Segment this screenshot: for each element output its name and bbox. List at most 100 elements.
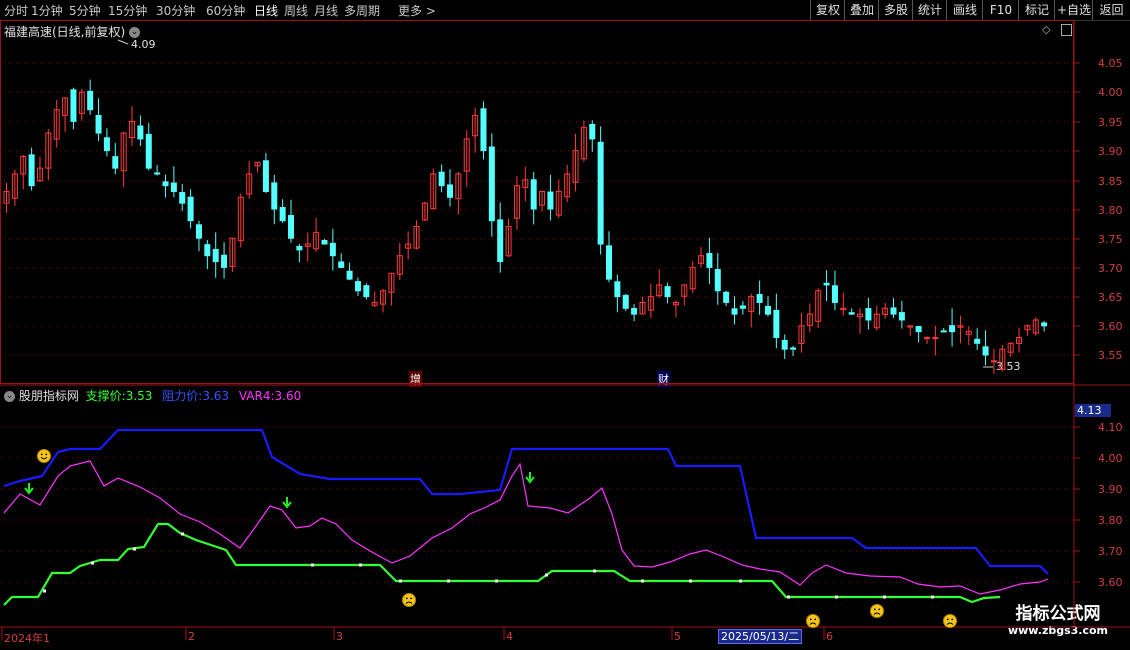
candle-body: [605, 245, 612, 280]
down-arrow-icon: [282, 497, 292, 509]
support-line: [3, 522, 1001, 606]
candle-body: [990, 360, 997, 363]
frown-icon-eye: [946, 618, 949, 621]
frown-icon-eye: [951, 618, 954, 621]
candle-body: [154, 172, 161, 175]
candle-body: [346, 270, 353, 280]
smile-icon-eye: [45, 453, 48, 456]
support-dot: [399, 579, 402, 583]
support-dot: [739, 579, 742, 583]
candle-body: [103, 137, 110, 152]
support-dot: [447, 579, 450, 583]
candle-body: [170, 182, 177, 192]
support-dot: [133, 547, 136, 551]
support-dot: [931, 595, 934, 599]
candle-body: [338, 261, 345, 268]
candle-body: [547, 191, 554, 210]
support-dot: [311, 563, 314, 567]
candle-body: [723, 291, 730, 303]
support-dot: [883, 595, 886, 599]
support-dot: [593, 569, 596, 573]
candle-body: [112, 156, 119, 169]
support-dot: [359, 563, 362, 567]
smile-icon-eye: [40, 453, 43, 456]
candle-body: [271, 182, 278, 210]
candle-body: [28, 154, 35, 187]
candle-body: [790, 347, 797, 350]
frown-icon-eye: [878, 608, 881, 611]
candle-body: [940, 330, 947, 333]
candle-body: [488, 146, 495, 222]
candle-body: [915, 326, 922, 333]
candle-body: [949, 325, 956, 333]
frown-icon-eye: [809, 618, 812, 621]
candle-body: [296, 246, 303, 251]
down-arrow-icon: [24, 483, 34, 495]
support-dot: [835, 595, 838, 599]
candle-body: [95, 114, 102, 134]
candle-body: [438, 171, 445, 187]
frown-icon-eye: [814, 618, 817, 621]
support-dot: [545, 573, 548, 577]
frown-icon: [943, 614, 957, 628]
candle-body: [530, 179, 537, 210]
candle-body: [865, 308, 872, 321]
candle-body: [739, 305, 746, 309]
support-dot: [43, 589, 46, 593]
candle-body: [848, 312, 855, 315]
resistance-line: [3, 428, 1049, 575]
candle-body: [212, 248, 219, 263]
down-arrow-icon: [525, 472, 535, 484]
candle-body: [631, 308, 638, 315]
candle-body: [706, 252, 713, 268]
candle-body: [1041, 322, 1048, 327]
candle-body: [363, 285, 370, 298]
candle-body: [221, 254, 228, 268]
var4-line: [3, 460, 1049, 595]
candle-body: [204, 244, 211, 257]
candle-body: [614, 281, 621, 298]
smile-icon: [37, 449, 51, 463]
support-dot: [495, 579, 498, 583]
support-dot: [641, 579, 644, 583]
candle-body: [321, 239, 328, 245]
frown-icon-eye: [410, 597, 413, 600]
candle-body: [497, 219, 504, 263]
candle-body: [764, 305, 771, 315]
candle-body: [890, 307, 897, 315]
candle-body: [982, 346, 989, 356]
candle-body: [262, 160, 269, 192]
frown-icon: [402, 593, 416, 607]
frown-icon-eye: [405, 597, 408, 600]
chart-canvas[interactable]: [0, 0, 1130, 650]
support-dot: [787, 595, 790, 599]
candle-body: [823, 282, 830, 286]
candle-body: [664, 286, 671, 298]
candle-body: [145, 133, 152, 169]
candle-body: [756, 294, 763, 303]
candle-body: [162, 181, 169, 187]
support-dot: [91, 561, 94, 565]
support-dot: [689, 579, 692, 583]
candle-body: [195, 224, 202, 239]
candle-body: [781, 339, 788, 350]
candle-body: [288, 215, 295, 239]
candle-body: [179, 192, 186, 204]
candle-body: [974, 338, 981, 344]
frown-icon: [870, 604, 884, 618]
candle-body: [622, 294, 629, 309]
candle-body: [279, 206, 286, 222]
high-pointer: [117, 39, 129, 45]
candle-body: [597, 141, 604, 245]
frown-icon: [806, 614, 820, 628]
support-dot: [181, 532, 184, 536]
candle-body: [329, 242, 336, 257]
candle-body: [70, 89, 77, 122]
candle-body: [773, 309, 780, 338]
main-panel-border: [0, 20, 1074, 384]
candle-body: [480, 108, 487, 152]
candle-body: [898, 312, 905, 321]
frown-icon-eye: [873, 608, 876, 611]
candle-body: [87, 90, 94, 111]
candle-body: [187, 196, 194, 222]
